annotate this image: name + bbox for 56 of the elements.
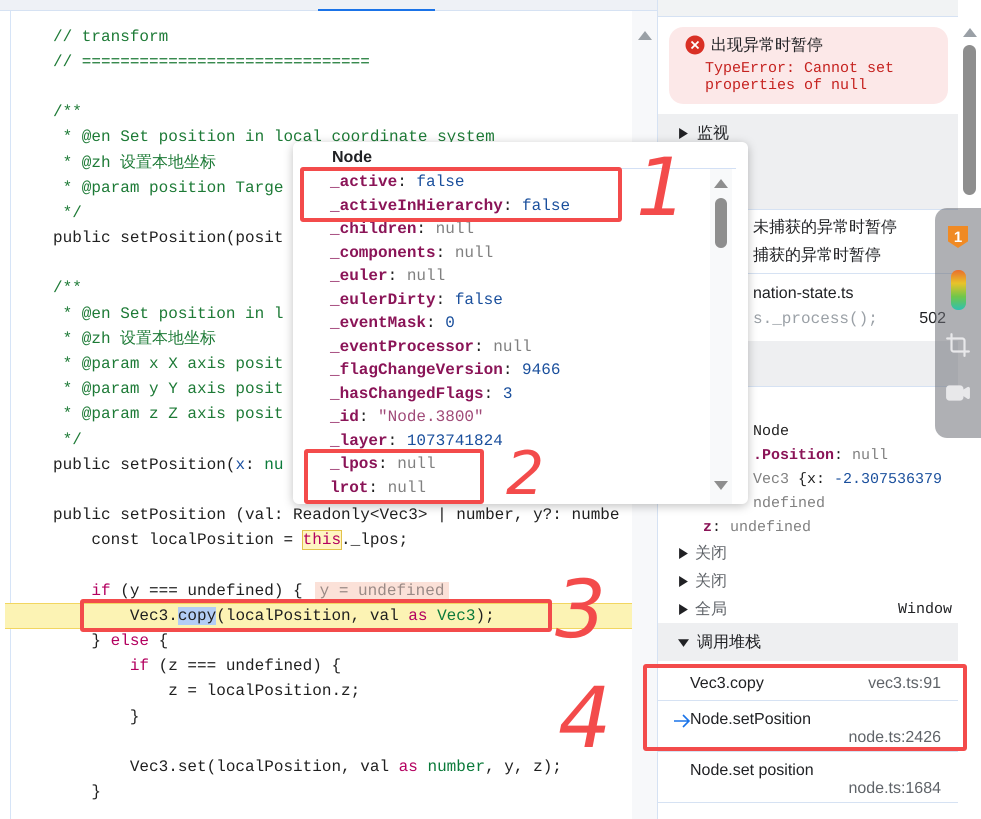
exception-title: 出现异常时暂停: [711, 36, 824, 56]
code-line: * @zh 设置本地坐标: [62, 152, 216, 174]
code-line: public setPosition(x: nu: [53, 456, 284, 474]
code-line: * @param x X axis posit: [62, 355, 284, 374]
code-line: if (z === undefined) {: [128, 657, 342, 676]
property-row-text: lrot: null: [330, 478, 426, 498]
scope-group-value: Window: [898, 600, 952, 618]
popup-title: Node: [332, 148, 372, 168]
property-row-text: _layer: 1073741824: [330, 430, 503, 452]
code-line: if (y === undefined) {: [90, 582, 303, 600]
code-line: /**: [53, 103, 82, 122]
annotation-number: 2: [506, 444, 544, 504]
code-line: public setPosition(posit: [53, 229, 284, 248]
property-row-text: _activeInHierarchy: false: [330, 196, 570, 216]
property-row-text: _active: false: [330, 172, 464, 193]
code-line: z = localPosition.z;: [167, 682, 360, 700]
code-line: * @param position Targe: [62, 178, 284, 197]
scope-variable: z: undefined: [703, 518, 812, 538]
code-line: // transform: [53, 28, 168, 46]
property-row-text: _id: "Node.3800": [330, 407, 484, 428]
code-line: /**: [53, 279, 82, 298]
code-line: Vec3.set(localPosition, val as number, y, z);: [128, 758, 562, 776]
breakpoint-code: s._process();: [753, 310, 878, 328]
property-row-text: _hasChangedFlags: 3: [330, 384, 512, 404]
code-line: }: [90, 783, 102, 802]
inline-value: y = undefined: [314, 582, 450, 600]
code-line: } else {: [90, 632, 168, 650]
scope-variable: Node: [753, 422, 790, 442]
annotation-number: 1: [636, 148, 687, 228]
property-row-text: _children: null: [330, 219, 474, 240]
code-line: * @param y Y axis posit: [62, 380, 284, 398]
annotation-number: 4: [558, 676, 612, 760]
scope-variable: .Position: null: [753, 446, 888, 466]
code-line: public setPosition (val: Readonly<Vec3> | number, y?: numbe: [53, 506, 620, 524]
code-line: * @param z Z axis posit: [62, 405, 284, 424]
property-row-text: _lpos: null: [330, 454, 436, 475]
property-row-text: _euler: null: [330, 266, 446, 287]
code-line: * @zh 设置本地坐标: [62, 328, 216, 350]
code-line: Vec3.copy(localPosition, val as Vec3);: [128, 606, 495, 625]
code-line: }: [128, 708, 140, 726]
code-line: */: [62, 204, 82, 222]
code-line: * @en Set position in l: [62, 304, 284, 323]
code-line: * @en Set position in local coordinate system: [62, 128, 495, 146]
scope-variable: Vec3 {x: -2.307536379: [753, 470, 942, 490]
property-row-text: _eventMask: 0: [330, 313, 455, 334]
exception-message: TypeError: Cannot set properties of null: [705, 60, 896, 94]
code-line: */: [62, 430, 82, 449]
property-row-text: _components: null: [330, 242, 494, 264]
property-row-text: _eulerDirty: false: [330, 290, 503, 310]
annotation-number: 3: [555, 570, 606, 650]
property-row-text: _flagChangeVersion: 9466: [330, 360, 560, 381]
code-line: const localPosition = this._lpos;: [90, 531, 408, 550]
breakpoint-line-number: 502: [919, 310, 946, 328]
code-line: // ==============================: [53, 52, 370, 71]
property-row-text: _eventProcessor: null: [330, 336, 532, 358]
scope-variable: ndefined: [753, 494, 826, 514]
